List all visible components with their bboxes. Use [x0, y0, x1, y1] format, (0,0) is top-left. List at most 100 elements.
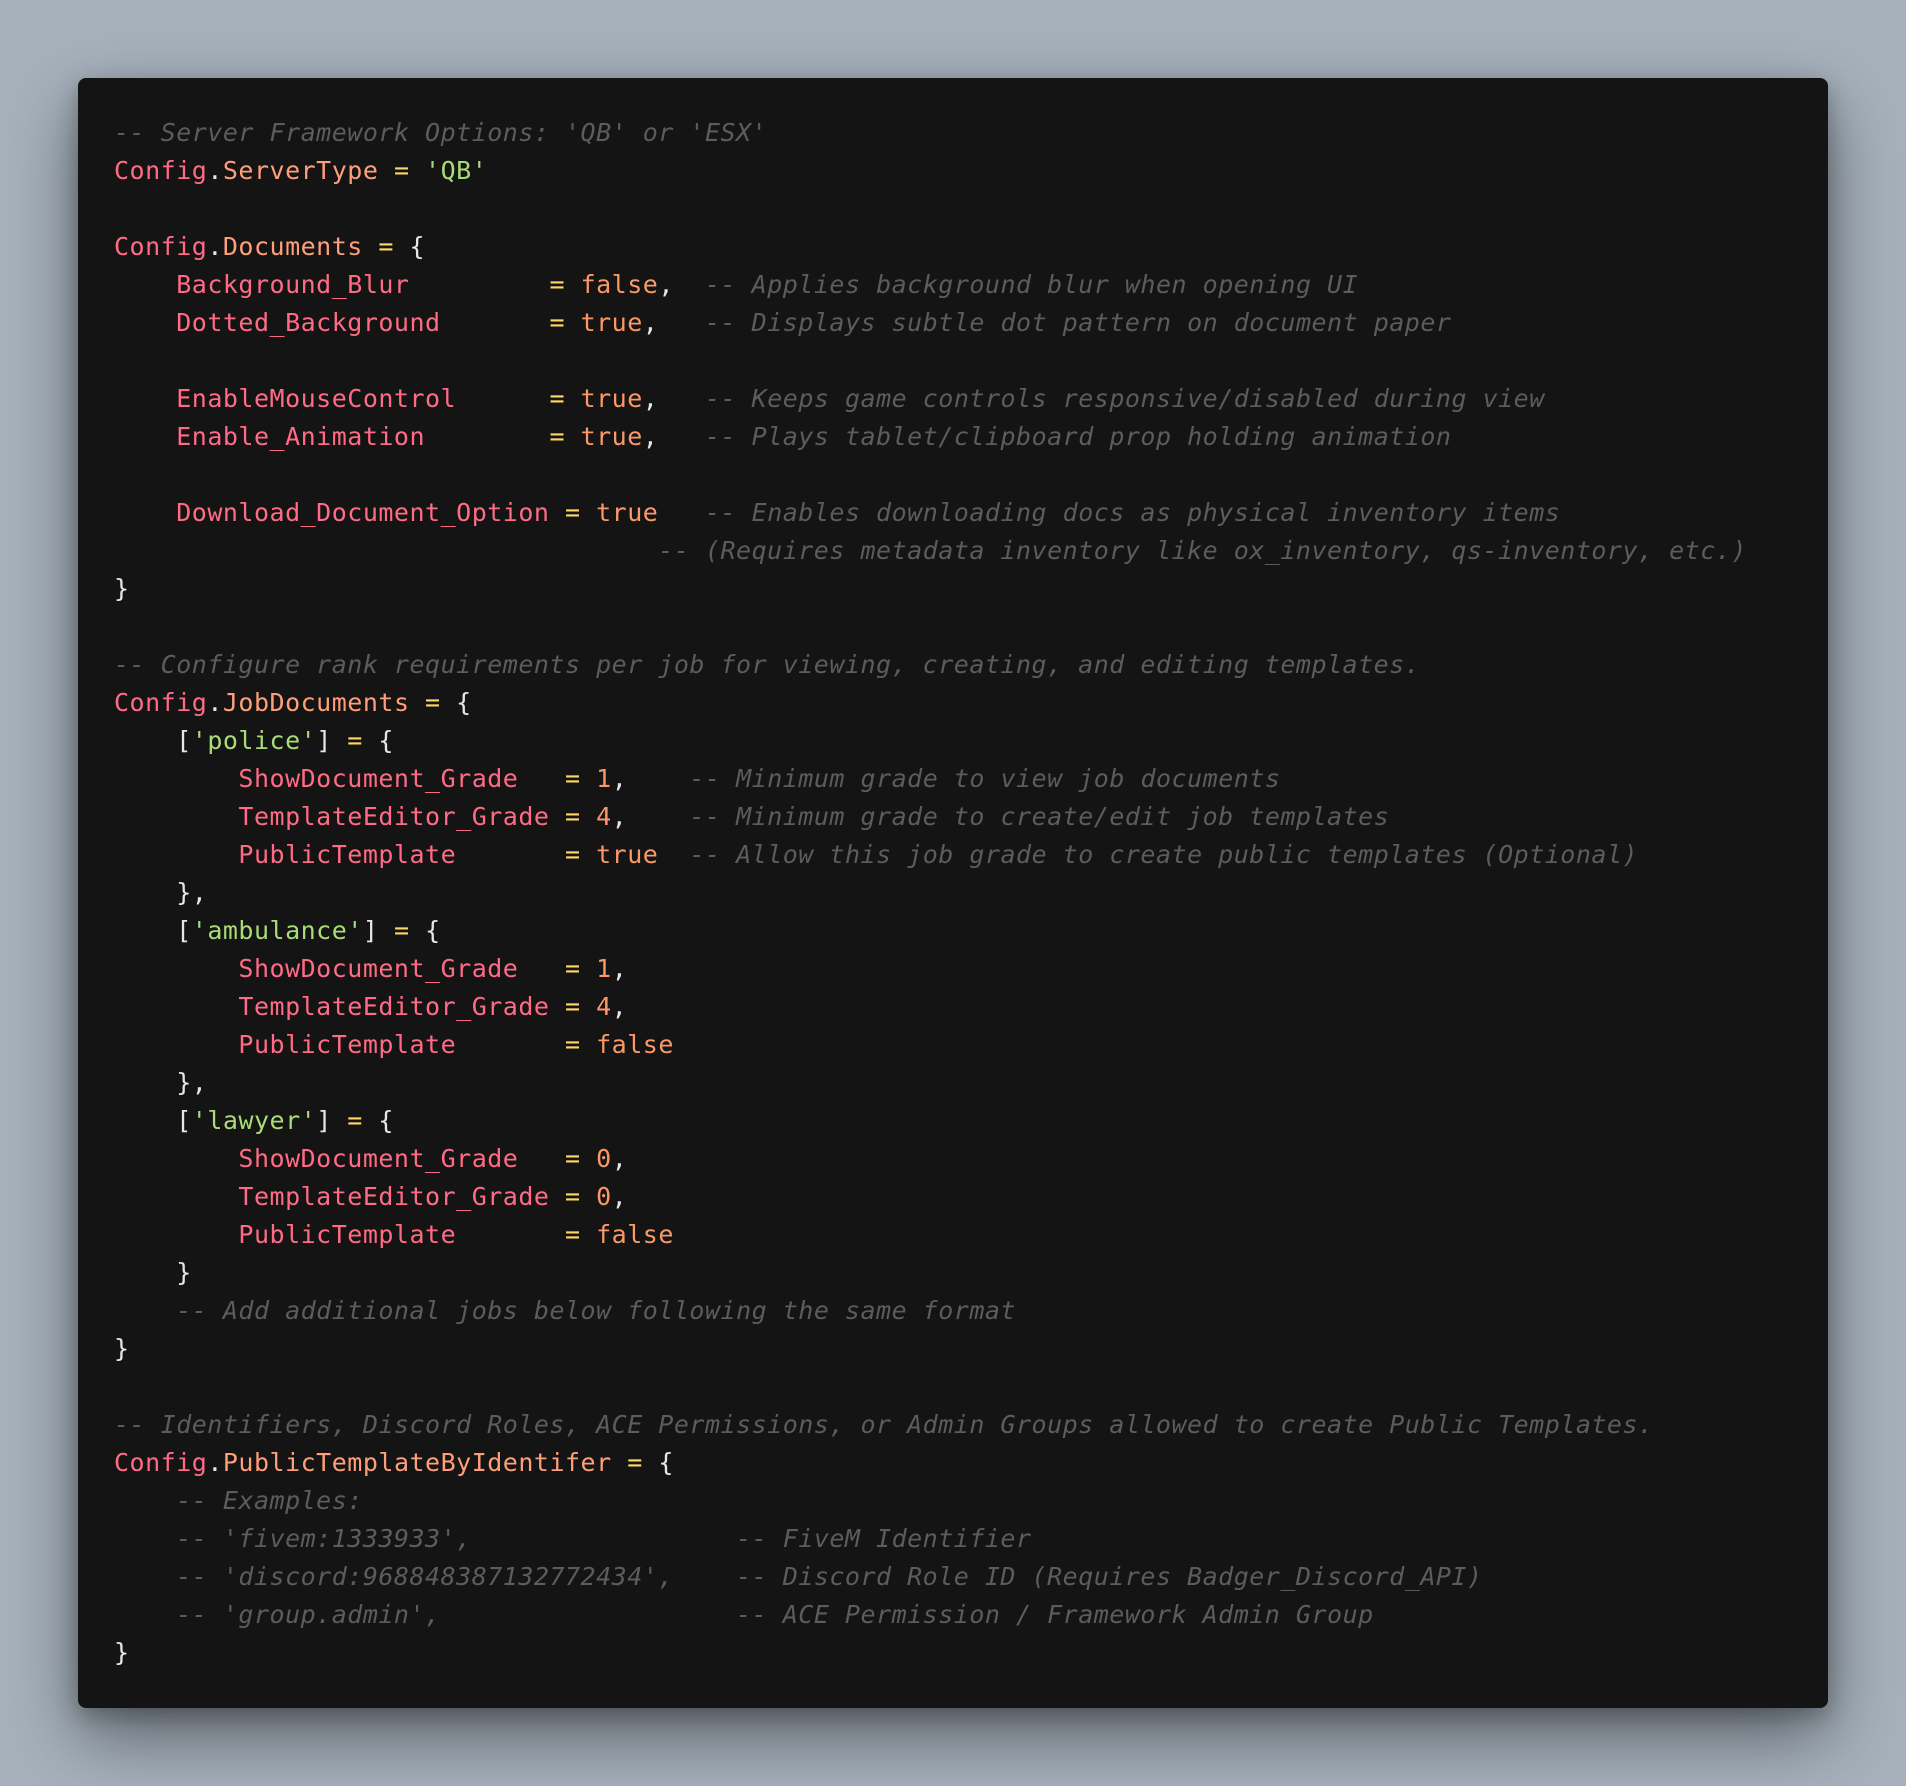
punctuation-token: ,	[658, 270, 705, 299]
operator-token: =	[549, 498, 597, 527]
punctuation-token: [	[114, 726, 192, 755]
punctuation-token: ,	[642, 308, 705, 337]
code-line: ShowDocument_Grade = 1, -- Minimum grade…	[114, 760, 1792, 798]
code-line: -- 'fivem:1333933', -- FiveM Identifier	[114, 1520, 1792, 1558]
punctuation-token	[114, 1486, 176, 1515]
code-line: ['ambulance'] = {	[114, 912, 1792, 950]
punctuation-token	[114, 270, 176, 299]
namespace-token: Config	[114, 1448, 208, 1477]
punctuation-token: {	[409, 232, 426, 261]
operator-token: =	[456, 840, 597, 869]
punctuation-token: [	[114, 1106, 192, 1135]
comment-token: -- 'fivem:1333933', -- FiveM Identifier	[176, 1524, 1032, 1553]
number-token: 0	[596, 1144, 612, 1173]
operator-token: =	[549, 992, 597, 1021]
number-token: 4	[596, 992, 612, 1021]
punctuation-token	[114, 764, 238, 793]
code-line: ['lawyer'] = {	[114, 1102, 1792, 1140]
member-token: Documents	[222, 232, 363, 261]
operator-token: =	[456, 384, 581, 413]
punctuation-token	[658, 498, 705, 527]
punctuation-token: }	[114, 574, 130, 603]
boolean-token: false	[596, 1220, 674, 1249]
key-token: TemplateEditor_Grade	[238, 992, 550, 1021]
punctuation-token: ]	[362, 916, 379, 945]
punctuation-token	[114, 802, 238, 831]
code-line: ShowDocument_Grade = 1,	[114, 950, 1792, 988]
punctuation-token: .	[207, 688, 223, 717]
punctuation-token	[114, 1562, 176, 1591]
key-token: Background_Blur	[176, 270, 410, 299]
key-token: PublicTemplate	[238, 1220, 457, 1249]
boolean-token: false	[596, 1030, 674, 1059]
punctuation-token: }	[114, 1258, 192, 1287]
punctuation-token: [	[114, 916, 192, 945]
code-line: -- Server Framework Options: 'QB' or 'ES…	[114, 114, 1792, 152]
string-token: 'police'	[191, 726, 317, 755]
punctuation-token: {	[378, 1106, 394, 1135]
key-token: PublicTemplate	[238, 840, 457, 869]
comment-token: -- Examples:	[176, 1486, 363, 1515]
code-line: Dotted_Background = true, -- Displays su…	[114, 304, 1792, 342]
punctuation-token	[114, 1296, 176, 1325]
code-line: TemplateEditor_Grade = 0,	[114, 1178, 1792, 1216]
punctuation-token: }	[114, 1334, 130, 1363]
punctuation-token: ,	[611, 802, 690, 831]
code-line: },	[114, 874, 1792, 912]
code-line: }	[114, 1330, 1792, 1368]
boolean-token: false	[580, 270, 659, 299]
punctuation-token: ,	[642, 384, 706, 413]
key-token: ShowDocument_Grade	[238, 764, 519, 793]
punctuation-token: },	[114, 1068, 208, 1097]
punctuation-token: .	[207, 232, 223, 261]
punctuation-token	[114, 992, 238, 1021]
boolean-token: true	[580, 384, 643, 413]
member-token: ServerType	[222, 156, 379, 185]
operator-token: =	[331, 726, 379, 755]
member-token: PublicTemplateByIdentifer	[222, 1448, 612, 1477]
code-line: }	[114, 570, 1792, 608]
string-token: 'QB'	[425, 156, 488, 185]
code-line: -- (Requires metadata inventory like ox_…	[114, 532, 1792, 570]
string-token: 'lawyer'	[191, 1106, 317, 1135]
punctuation-token	[114, 422, 176, 451]
operator-token: =	[549, 802, 597, 831]
key-token: ShowDocument_Grade	[238, 1144, 519, 1173]
operator-token: =	[378, 916, 426, 945]
code-line: ShowDocument_Grade = 0,	[114, 1140, 1792, 1178]
punctuation-token: .	[207, 156, 223, 185]
operator-token: =	[456, 1220, 597, 1249]
operator-token: =	[611, 1448, 659, 1477]
number-token: 0	[596, 1182, 612, 1211]
code-line: Config.PublicTemplateByIdentifer = {	[114, 1444, 1792, 1482]
code-line: }	[114, 1634, 1792, 1672]
punctuation-token	[114, 1182, 238, 1211]
punctuation-token: ,	[611, 1182, 628, 1211]
comment-token: -- Add additional jobs below following t…	[176, 1296, 1016, 1325]
punctuation-token	[114, 498, 176, 527]
punctuation-token	[114, 384, 176, 413]
namespace-token: Config	[114, 156, 208, 185]
code-line: },	[114, 1064, 1792, 1102]
punctuation-token	[114, 1600, 176, 1629]
comment-token: -- 'discord:968848387132772434', -- Disc…	[176, 1562, 1483, 1591]
punctuation-token: ]	[316, 1106, 332, 1135]
punctuation-token	[114, 1144, 238, 1173]
punctuation-token: .	[207, 1448, 223, 1477]
operator-token: =	[409, 270, 581, 299]
boolean-token: true	[596, 498, 659, 527]
key-token: TemplateEditor_Grade	[238, 802, 550, 831]
code-line: PublicTemplate = false	[114, 1216, 1792, 1254]
boolean-token: true	[596, 840, 659, 869]
key-token: PublicTemplate	[238, 1030, 457, 1059]
code-line: Config.Documents = {	[114, 228, 1792, 266]
punctuation-token	[114, 1030, 238, 1059]
code-line: -- Add additional jobs below following t…	[114, 1292, 1792, 1330]
code-line: ['police'] = {	[114, 722, 1792, 760]
operator-token: =	[378, 156, 426, 185]
code-line: Config.JobDocuments = {	[114, 684, 1792, 722]
punctuation-token	[114, 536, 658, 565]
comment-token: -- Minimum grade to create/edit job temp…	[689, 802, 1390, 831]
comment-token: -- Server Framework Options: 'QB' or 'ES…	[114, 118, 768, 147]
